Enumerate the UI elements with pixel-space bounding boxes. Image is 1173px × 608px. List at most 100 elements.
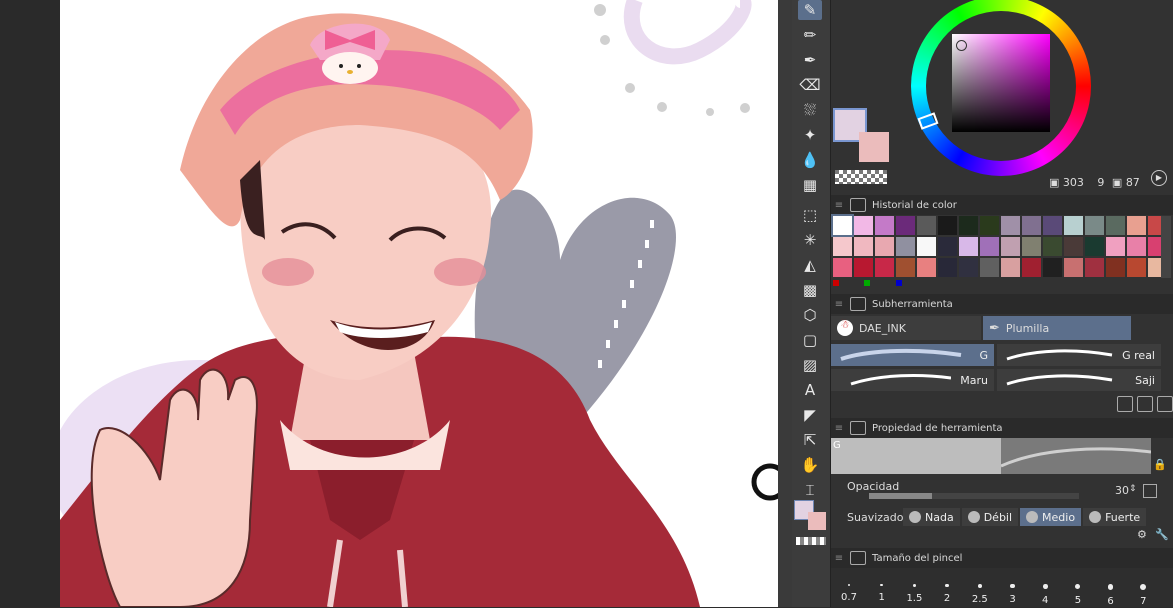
color-history-swatch[interactable] [980,258,999,277]
color-history-swatch[interactable] [875,237,894,256]
opacity-value[interactable]: 30 [1115,484,1129,497]
toolbar-sub-color[interactable] [808,512,826,530]
stabilization-option[interactable]: Medio [1020,508,1082,526]
color-history-swatch[interactable] [1106,216,1125,235]
color-history-swatch[interactable] [938,216,957,235]
brush-size-option[interactable]: 2.5 [964,568,996,608]
fill-tool-icon[interactable]: ◭ [798,255,822,275]
color-history-swatch[interactable] [1127,258,1146,277]
brush-size-header[interactable]: ≡ Tamaño del pincel [831,548,1173,568]
opacity-slider[interactable] [869,493,1079,499]
color-history-swatch[interactable] [1022,258,1041,277]
opacity-stepper-icon[interactable]: ⇕ [1129,484,1137,494]
color-history-swatch[interactable] [1127,237,1146,256]
grip-icon[interactable]: ≡ [834,299,844,310]
color-history-swatch[interactable] [831,214,854,237]
trash-icon[interactable] [1157,396,1173,412]
brush-size-option[interactable]: 6 [1095,568,1127,608]
sub-tool-header[interactable]: ≡ Subherramienta [831,294,1173,314]
move-tool-icon[interactable]: ⇱ [798,430,822,450]
brush-size-option[interactable]: 1.5 [898,568,930,608]
color-history-swatch[interactable] [1085,216,1104,235]
color-history-swatch[interactable] [917,258,936,277]
color-history-swatch[interactable] [980,216,999,235]
color-history-swatch[interactable] [854,258,873,277]
color-history-swatch[interactable] [875,216,894,235]
balloon-tool-icon[interactable]: ◤ [798,405,822,425]
color-history-swatch[interactable] [896,258,915,277]
gradient-tool-icon[interactable]: ▩ [798,280,822,300]
color-history-swatch[interactable] [1127,216,1146,235]
color-history-swatch[interactable] [896,237,915,256]
color-history-header[interactable]: ≡ Historial de color [831,195,1173,215]
pen-tool-icon[interactable]: ✎ [798,0,822,20]
sub-color-swatch[interactable] [859,132,889,162]
grid-tool-icon[interactable]: ▦ [798,175,822,195]
stabilization-option[interactable]: Débil [961,508,1019,526]
sv-cursor[interactable] [956,40,967,51]
color-history-swatch[interactable] [833,237,852,256]
color-history-swatch[interactable] [854,237,873,256]
color-history-swatch[interactable] [917,216,936,235]
color-history-swatch[interactable] [959,237,978,256]
color-history-swatch[interactable] [959,216,978,235]
eraser-tool-icon[interactable]: ⌫ [798,75,822,95]
sub-tool-tab-plumilla[interactable]: ✒ Plumilla [983,316,1131,340]
color-history-swatch[interactable] [1022,216,1041,235]
transparent-color-swatch[interactable] [835,170,887,184]
pattern-tool-icon[interactable]: ▨ [798,355,822,375]
history-scrollbar[interactable] [1161,216,1171,278]
color-history-swatch[interactable] [1022,237,1041,256]
sub-tool-tab-dae-ink[interactable]: ☃ DAE_INK [831,316,981,340]
color-history-swatch[interactable] [1001,237,1020,256]
color-history-swatch[interactable] [1106,258,1125,277]
color-history-swatch[interactable] [1064,237,1083,256]
lock-icon[interactable]: 🔒 [1153,458,1167,471]
stabilization-option[interactable]: Fuerte [1083,508,1147,526]
tool-property-header[interactable]: ≡ Propiedad de herramienta [831,418,1173,438]
color-history-swatch[interactable] [980,237,999,256]
brush-item-maru[interactable]: Maru [831,369,994,391]
color-history-swatch[interactable] [1085,237,1104,256]
toolbar-transparent-color[interactable] [796,537,826,545]
grip-icon[interactable]: ≡ [834,200,844,211]
color-history-swatch[interactable] [959,258,978,277]
eyedropper-tool-icon[interactable]: ⌶ [798,480,822,500]
sparkle-tool-icon[interactable]: ✦ [798,125,822,145]
brush-size-option[interactable]: 1 [866,568,898,608]
color-history-swatch[interactable] [938,258,957,277]
grip-icon[interactable]: ≡ [834,423,844,434]
color-history-swatch[interactable] [1064,258,1083,277]
selection-tool-icon[interactable]: ⬚ [798,205,822,225]
brush-size-option[interactable]: 5 [1062,568,1094,608]
color-history-swatch[interactable] [1043,216,1062,235]
settings-icon[interactable]: ⚙ [1137,528,1147,541]
color-history-swatch[interactable] [1064,216,1083,235]
blend-tool-icon[interactable]: 💧 [798,150,822,170]
magic-wand-tool-icon[interactable]: ✳ [798,230,822,250]
color-history-swatch[interactable] [854,216,873,235]
color-history-swatch[interactable] [1106,237,1125,256]
saturation-value-square[interactable] [952,34,1050,132]
brush-item-saji[interactable]: Saji [997,369,1161,391]
brush-size-option[interactable]: 7 [1127,568,1159,608]
brush-size-option[interactable]: 0.7 [833,568,865,608]
color-history-swatch[interactable] [833,258,852,277]
hand-tool-icon[interactable]: ✋ [798,455,822,475]
spray-tool-icon[interactable]: ⛆ [798,100,822,120]
color-history-swatch[interactable] [1043,237,1062,256]
ink-pen-tool-icon[interactable]: ✒ [798,50,822,70]
color-history-swatch[interactable] [1085,258,1104,277]
duplicate-icon[interactable] [1137,396,1153,412]
grip-icon[interactable]: ≡ [834,553,844,564]
import-icon[interactable] [1117,396,1133,412]
frame-tool-icon[interactable]: ▢ [798,330,822,350]
opacity-pressure-icon[interactable] [1143,484,1157,498]
stabilization-option[interactable]: Nada [903,508,960,526]
brush-size-option[interactable]: 2 [931,568,963,608]
brush-size-option[interactable]: 4 [1029,568,1061,608]
drawing-canvas[interactable] [60,0,778,607]
3d-object-tool-icon[interactable]: ⬡ [798,305,822,325]
color-history-swatch[interactable] [875,258,894,277]
brush-size-option[interactable]: 3 [997,568,1029,608]
